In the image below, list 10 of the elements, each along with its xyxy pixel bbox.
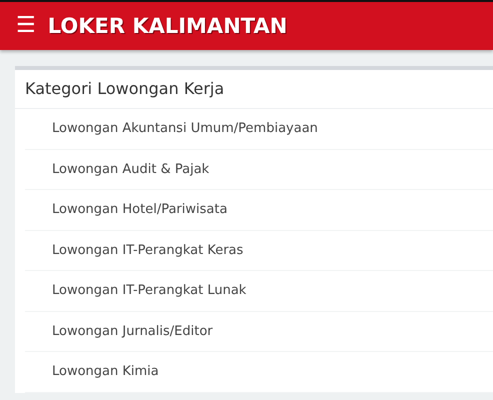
card-title: Kategori Lowongan Kerja — [15, 70, 493, 109]
menu-button[interactable]: ☰ — [16, 15, 36, 37]
category-link[interactable]: Lowongan IT-Perangkat Keras — [35, 242, 244, 258]
category-link[interactable]: Lowongan Kimia — [35, 364, 159, 380]
category-link[interactable]: Lowongan IT-Perangkat Lunak — [35, 283, 246, 298]
site-title[interactable]: LOKER KALIMANTAN — [48, 14, 288, 38]
category-link[interactable]: Lowongan Jurnalis/Editor — [35, 324, 213, 339]
category-link[interactable]: Lowongan Audit & Pajak — [35, 162, 210, 177]
category-link[interactable]: Lowongan Akuntansi Umum/Pembiayaan — [35, 121, 318, 136]
category-link[interactable]: Lowongan Hotel/Pariwisata — [35, 202, 228, 218]
